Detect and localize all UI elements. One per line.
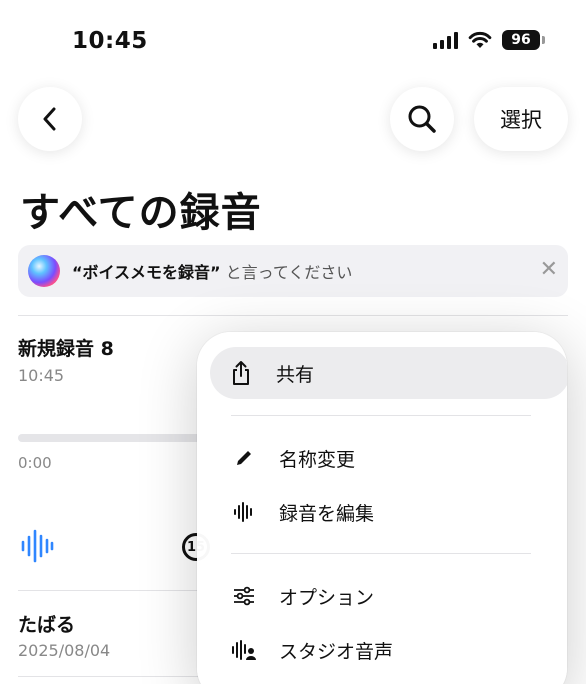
- siri-phrase: “ボイスメモを録音”: [72, 263, 221, 282]
- waveform-person-icon: [229, 635, 259, 665]
- recording-list-item-date: 2025/08/04: [18, 641, 111, 660]
- search-button[interactable]: [390, 87, 454, 151]
- menu-item-rename[interactable]: 名称変更: [213, 432, 543, 484]
- context-menu: 共有 名称変更 録音を編集 オプション スタジオ音声: [197, 332, 567, 684]
- menu-item-label: 共有: [276, 363, 315, 386]
- chevron-left-icon: [43, 107, 56, 131]
- page-title: すべての録音: [20, 190, 262, 236]
- divider: [18, 590, 198, 591]
- menu-item-label: 名称変更: [279, 448, 356, 471]
- menu-item-options[interactable]: オプション: [213, 570, 543, 622]
- close-icon[interactable]: ✕: [540, 259, 558, 281]
- status-icons: 96: [433, 30, 545, 50]
- playback-scrubber[interactable]: [18, 434, 218, 442]
- status-time: 10:45: [72, 28, 148, 54]
- menu-item-edit-recording[interactable]: 録音を編集: [213, 486, 543, 538]
- siri-suggestion-banner[interactable]: “ボイスメモを録音” と言ってください ✕: [18, 245, 568, 297]
- back-button[interactable]: [18, 87, 82, 151]
- menu-item-share[interactable]: 共有: [210, 347, 567, 399]
- siri-icon: [28, 255, 60, 287]
- menu-separator: [231, 415, 531, 416]
- waveform-icon: [21, 529, 54, 563]
- edit-waveform-button[interactable]: [20, 528, 54, 568]
- siri-suggestion-text: “ボイスメモを録音” と言ってください: [72, 259, 352, 283]
- sliders-icon: [229, 581, 259, 611]
- select-button[interactable]: 選択: [474, 87, 568, 151]
- menu-separator: [231, 553, 531, 554]
- pencil-icon: [229, 443, 259, 473]
- siri-instruction: と言ってください: [220, 263, 353, 282]
- waveform-icon: [229, 497, 259, 527]
- recording-title[interactable]: 新規録音 8: [18, 334, 114, 361]
- menu-item-studio-voice[interactable]: スタジオ音声: [213, 624, 543, 676]
- menu-item-label: スタジオ音声: [279, 640, 394, 663]
- elapsed-time: 0:00: [18, 454, 52, 472]
- recording-time: 10:45: [18, 366, 65, 385]
- battery-indicator: 96: [502, 30, 545, 50]
- divider: [18, 315, 568, 316]
- wifi-icon: [468, 31, 492, 48]
- share-icon: [226, 358, 256, 388]
- recording-list-item-title[interactable]: たばる: [18, 610, 75, 637]
- search-icon: [408, 105, 436, 133]
- divider: [18, 676, 198, 677]
- menu-item-label: オプション: [279, 586, 375, 609]
- cellular-signal-icon: [433, 31, 458, 49]
- menu-item-label: 録音を編集: [279, 502, 375, 525]
